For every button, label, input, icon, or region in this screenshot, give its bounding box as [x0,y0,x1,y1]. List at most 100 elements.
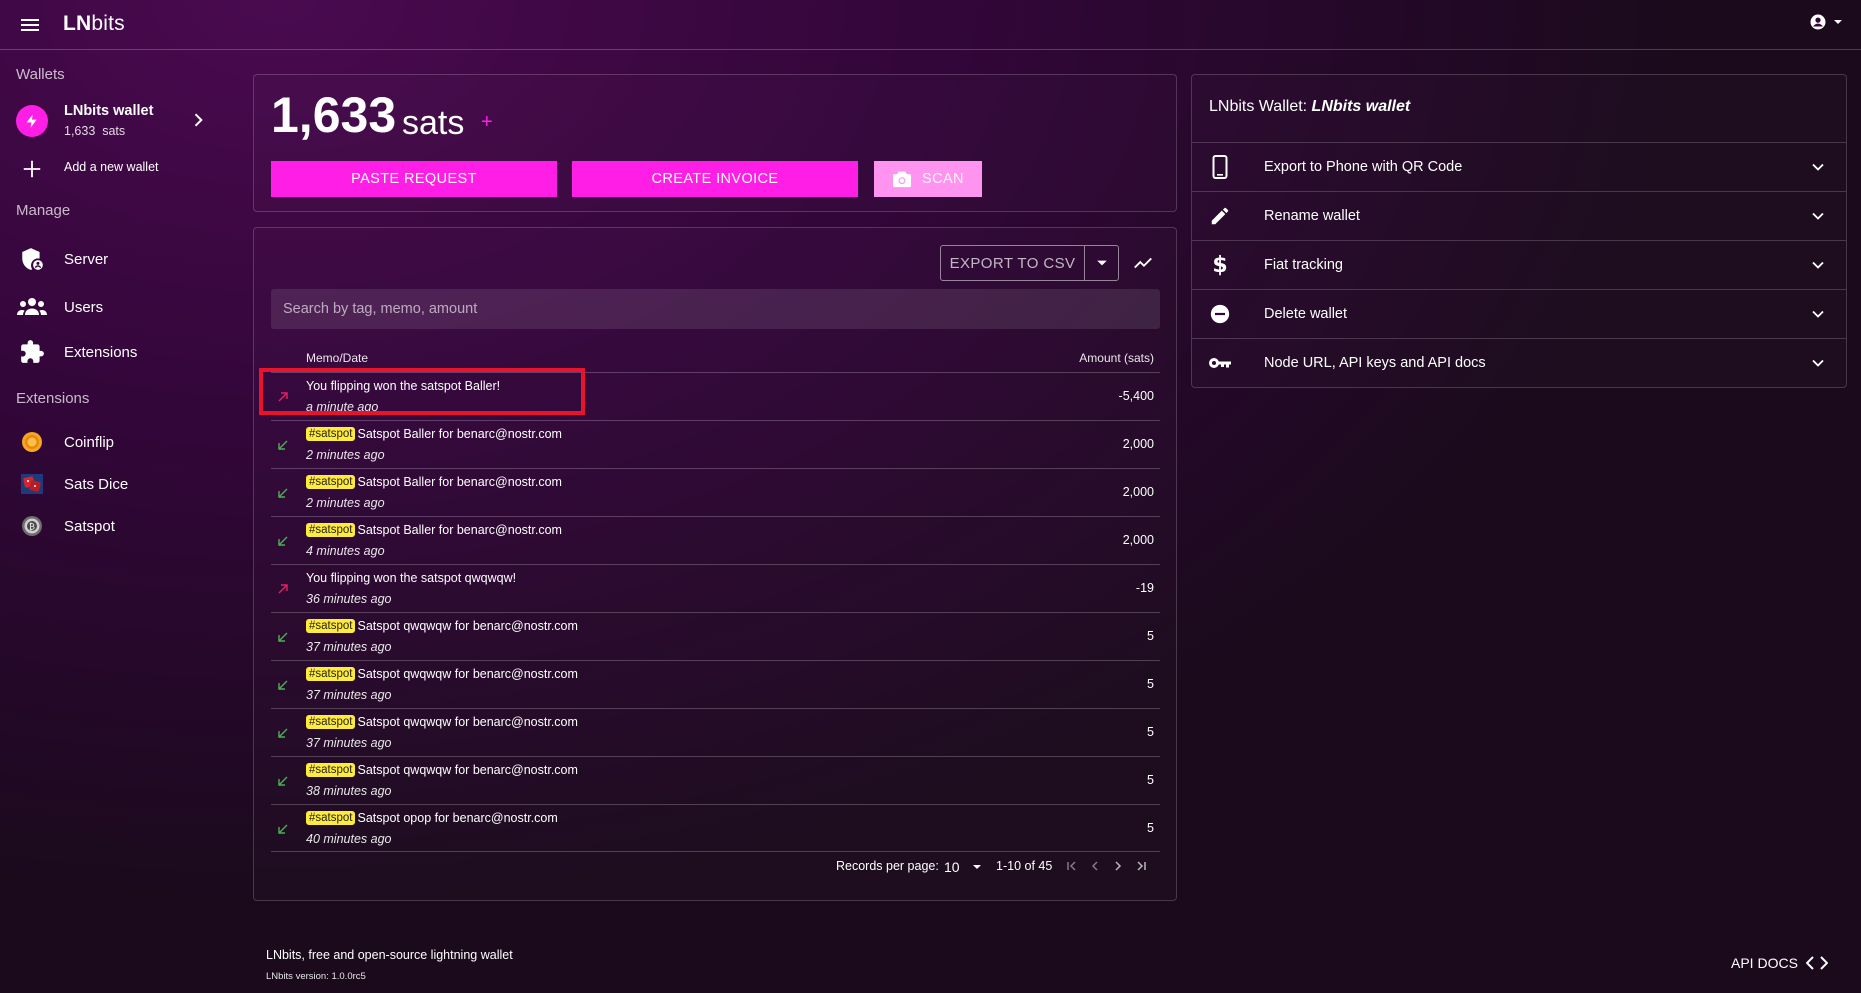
table-row[interactable]: You flipping won the satspot qwqwqw! 36 m… [271,564,1160,612]
incoming-arrow-icon [276,822,290,836]
footer-tagline: LNbits, free and open-source lightning w… [266,948,513,962]
memo-text: Satspot qwqwqw for benarc@nostr.com [357,715,578,729]
row-memo: #satspot Satspot opop for benarc@nostr.co… [306,811,558,825]
export-csv-button[interactable]: EXPORT TO CSV [940,245,1119,281]
table-row[interactable]: #satspot Satspot opop for benarc@nostr.co… [271,804,1160,852]
caret-down-icon[interactable] [1085,246,1118,280]
row-date: 40 minutes ago [306,832,392,846]
row-memo: #satspot Satspot Baller for benarc@nostr.… [306,427,562,441]
api-docs-link[interactable]: API DOCS [1731,955,1828,971]
create-invoice-button[interactable]: CREATE INVOICE [572,161,858,197]
sidebar-item-satspot[interactable]: ₿ Satspot [0,510,233,542]
tag-badge: #satspot [306,811,356,825]
table-row[interactable]: #satspot Satspot qwqwqw for benarc@nostr.… [271,756,1160,804]
last-page-icon[interactable] [1134,859,1148,873]
balance-plus-toggle[interactable]: + [481,111,493,134]
row-amount: 2,000 [1122,437,1154,451]
satspot-icon: ₿ [16,510,48,542]
accordion-label: Export to Phone with QR Code [1264,159,1463,175]
table-row[interactable]: #satspot Satspot Baller for benarc@nostr.… [271,468,1160,516]
chart-line-icon[interactable] [1132,252,1154,274]
extensions-section-title: Extensions [16,390,90,407]
memo-text: Satspot qwqwqw for benarc@nostr.com [357,763,578,777]
wallet-avatar [16,105,48,137]
row-amount: 5 [1147,677,1154,691]
first-page-icon[interactable] [1065,859,1079,873]
row-memo: #satspot Satspot Baller for benarc@nostr.… [306,475,562,489]
dice-icon [16,468,48,500]
row-date: 4 minutes ago [306,544,385,558]
sidebar: Wallets LNbits wallet 1,633 sats Add a n… [0,51,233,993]
accordion-rename-wallet[interactable]: Rename wallet [1192,191,1846,240]
table-row[interactable]: You flipping won the satspot Baller! a mi… [271,372,1160,420]
sidebar-item-sats-dice[interactable]: Sats Dice [0,468,233,500]
column-header-memo[interactable]: Memo/Date [306,351,368,365]
incoming-arrow-icon [276,678,290,692]
transactions-card: EXPORT TO CSV Memo/Date Amount (sats) Yo… [253,227,1177,901]
row-memo: #satspot Satspot qwqwqw for benarc@nostr.… [306,667,578,681]
incoming-arrow-icon [276,486,290,500]
scan-button[interactable]: SCAN [874,161,982,197]
records-per-page-value: 10 [944,859,960,875]
accordion-fiat-tracking[interactable]: $ Fiat tracking [1192,240,1846,289]
memo-text: Satspot qwqwqw for benarc@nostr.com [357,667,578,681]
table-row[interactable]: #satspot Satspot Baller for benarc@nostr.… [271,516,1160,564]
row-date: 37 minutes ago [306,736,392,750]
accordion-label: Fiat tracking [1264,257,1343,273]
chevron-down-icon [1808,206,1828,226]
tag-badge: #satspot [306,619,356,633]
chevron-right-icon[interactable] [188,110,208,130]
incoming-arrow-icon [276,438,290,452]
search-input[interactable] [271,289,1160,329]
accordion-label: Delete wallet [1264,306,1348,322]
row-date: 36 minutes ago [306,592,392,606]
row-amount: -5,400 [1118,389,1154,403]
accordion-api-keys[interactable]: Node URL, API keys and API docs [1192,338,1846,387]
chevron-down-icon [1808,255,1828,275]
tag-badge: #satspot [306,523,356,537]
pencil-icon [1208,204,1232,228]
menu-icon[interactable] [18,13,42,37]
accordion-export-qr[interactable]: Export to Phone with QR Code [1192,142,1846,191]
row-date: 38 minutes ago [306,784,392,798]
users-icon [16,291,48,323]
paste-request-button[interactable]: PASTE REQUEST [271,161,557,197]
wallet-balance: 1,633 sats [64,124,126,138]
brand-logo[interactable]: LNbits [63,12,125,36]
tag-badge: #satspot [306,667,356,681]
sidebar-item-server[interactable]: Server [0,243,233,275]
table-row[interactable]: #satspot Satspot qwqwqw for benarc@nostr.… [271,612,1160,660]
row-memo: #satspot Satspot Baller for benarc@nostr.… [306,523,562,537]
row-date: a minute ago [306,400,379,414]
balance-amount: 1,633 [271,87,397,143]
sidebar-item-coinflip[interactable]: Coinflip [0,426,233,458]
next-page-icon[interactable] [1111,859,1125,873]
records-per-page-select[interactable]: 10 [944,859,982,875]
table-row[interactable]: #satspot Satspot Baller for benarc@nostr.… [271,420,1160,468]
sidebar-item-label: Satspot [64,518,115,535]
account-menu[interactable] [1809,13,1843,31]
prev-page-icon[interactable] [1088,859,1102,873]
svg-text:₿: ₿ [29,523,35,532]
column-header-amount[interactable]: Amount (sats) [1079,351,1154,365]
memo-text: You flipping won the satspot qwqwqw! [306,571,517,585]
row-amount: 5 [1147,629,1154,643]
coinflip-icon [16,426,48,458]
memo-text: Satspot opop for benarc@nostr.com [357,811,558,825]
accordion-delete-wallet[interactable]: Delete wallet [1192,289,1846,338]
caret-down-icon [972,862,982,872]
sidebar-item-users[interactable]: Users [0,291,233,323]
row-memo: #satspot Satspot qwqwqw for benarc@nostr.… [306,715,578,729]
export-csv-label[interactable]: EXPORT TO CSV [941,246,1085,280]
table-row[interactable]: #satspot Satspot qwqwqw for benarc@nostr.… [271,660,1160,708]
account-circle-icon [1809,13,1827,31]
top-header: LNbits [0,0,1861,50]
wallets-section-title: Wallets [16,66,65,83]
chevron-down-icon [1808,304,1828,324]
balance-unit: sats [402,104,465,142]
add-wallet-button[interactable]: Add a new wallet [0,153,233,185]
table-row[interactable]: #satspot Satspot qwqwqw for benarc@nostr.… [271,708,1160,756]
camera-icon [892,170,912,188]
sidebar-item-extensions[interactable]: Extensions [0,336,233,368]
incoming-arrow-icon [276,774,290,788]
